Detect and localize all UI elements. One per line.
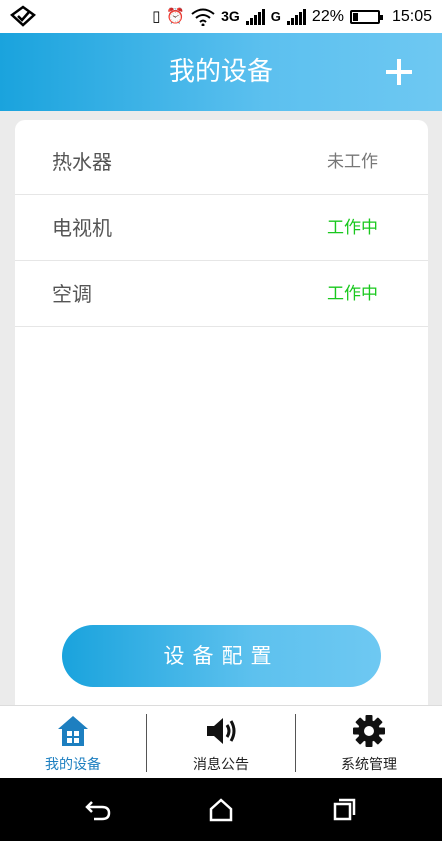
add-device-button[interactable]: [384, 57, 414, 87]
status-bar: ▯ ⏰ 3G G 22% 15:05: [0, 0, 442, 33]
signal-icon: [245, 8, 265, 25]
tab-announcements[interactable]: 消息公告: [148, 706, 294, 779]
alarm-icon: ⏰: [166, 7, 186, 25]
battery-icon: [349, 9, 383, 24]
tab-my-devices[interactable]: 我的设备: [0, 706, 146, 779]
device-config-button[interactable]: 设备配置: [62, 625, 381, 687]
device-row-air-conditioner[interactable]: 空调 工作中: [15, 262, 428, 327]
tab-system-settings[interactable]: 系统管理: [296, 706, 442, 779]
device-status: 工作中: [327, 284, 378, 304]
home-nav-icon[interactable]: [207, 796, 235, 824]
clock: 15:05: [391, 8, 432, 25]
system-nav-bar: [0, 778, 442, 841]
gear-icon: [353, 715, 385, 747]
device-name: 热水器: [52, 150, 112, 174]
device-name: 电视机: [52, 216, 112, 240]
back-icon[interactable]: [84, 796, 112, 824]
home-icon: [58, 716, 88, 746]
network-type: 3G: [221, 8, 240, 24]
tab-label: 消息公告: [193, 757, 249, 773]
speaker-icon: [207, 718, 236, 744]
nav-divider: [146, 714, 147, 772]
device-status: 工作中: [327, 218, 378, 238]
tab-label: 系统管理: [341, 757, 397, 773]
battery-percent: 22%: [311, 8, 344, 25]
bottom-nav: 我的设备 消息公告 系统管理: [0, 705, 442, 778]
device-row-tv[interactable]: 电视机 工作中: [15, 196, 428, 261]
signal-icon-2: [286, 8, 306, 25]
network-badge: G: [270, 9, 281, 24]
app-header: 我的设备: [0, 33, 442, 111]
recents-icon[interactable]: [330, 796, 358, 824]
device-row-water-heater[interactable]: 热水器 未工作: [15, 130, 428, 195]
tab-label: 我的设备: [45, 757, 101, 773]
vibrate-icon: ▯: [152, 7, 161, 25]
device-status: 未工作: [327, 152, 378, 172]
wifi-icon: [191, 8, 215, 26]
page-title: 我的设备: [168, 57, 273, 87]
notification-shield-icon: [10, 5, 36, 27]
device-list-card: 热水器 未工作 电视机 工作中 空调 工作中 设备配置: [15, 120, 428, 710]
device-name: 空调: [52, 282, 92, 306]
